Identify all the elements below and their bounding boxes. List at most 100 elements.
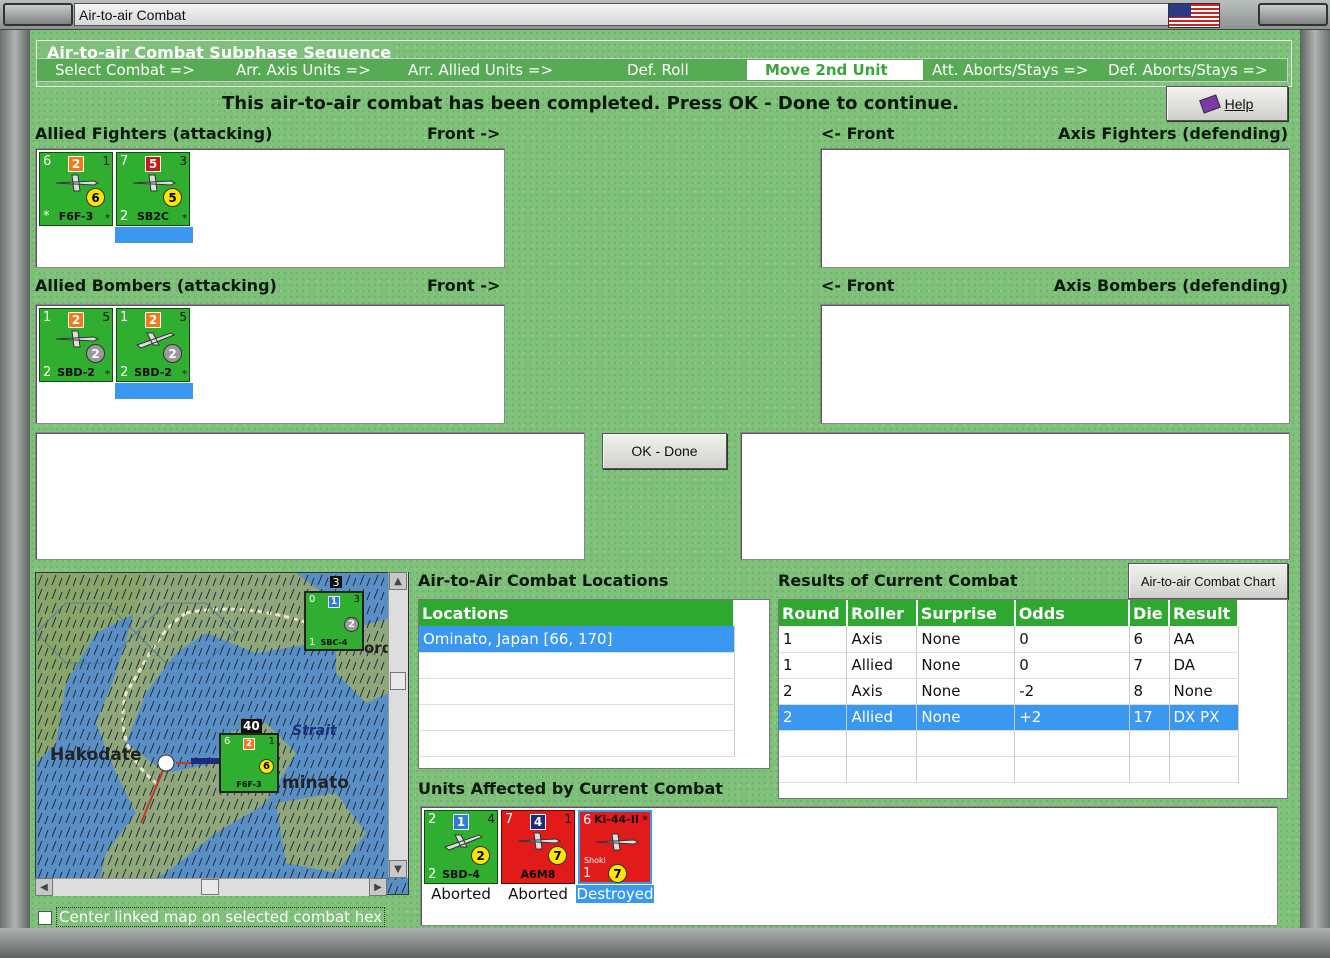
step-att-aborts-stays: Att. Aborts/Stays => bbox=[932, 61, 1089, 79]
air-combat-chart-label: Air-to-air Combat Chart bbox=[1140, 573, 1276, 589]
unit-counter-sbd-2[interactable]: 1 5 2 2 2 SBD-2 * bbox=[39, 308, 113, 382]
result-row[interactable] bbox=[779, 730, 1239, 757]
ok-done-button[interactable]: OK - Done bbox=[602, 433, 727, 469]
unit-counter-sb2c[interactable]: 7 3 5 5 2 SB2C * bbox=[116, 152, 190, 226]
col-round: Round bbox=[779, 600, 848, 626]
unit-name: F6F-3 bbox=[58, 210, 94, 223]
title-bar: Air-to-air Combat bbox=[0, 0, 1330, 30]
scroll-down-icon[interactable]: ▼ bbox=[389, 860, 407, 878]
axis-fighters-front: <- Front bbox=[821, 124, 895, 143]
col-result: Result bbox=[1169, 600, 1239, 626]
allied-bombers-box[interactable]: 1 5 2 2 2 SBD-2 * 1 5 2 2 2 SBD-2 * bbox=[35, 304, 505, 424]
scroll-left-icon[interactable]: ◀ bbox=[35, 878, 53, 896]
combat-dialog: Air-to-air Combat Subphase Sequence Sele… bbox=[30, 30, 1300, 928]
allied-fighters-title: Allied Fighters (attacking) bbox=[35, 124, 273, 143]
map-counter-sbc-4[interactable]: 0 3 1 2 1 SBC-4 bbox=[304, 591, 364, 651]
result-row[interactable]: 1 Axis None 0 6 AA bbox=[779, 626, 1239, 653]
axis-fighters-box[interactable] bbox=[820, 148, 1290, 268]
unit-counter-sbd-2-b[interactable]: 1 5 2 2 2 SBD-2 * bbox=[116, 308, 190, 382]
unit-name: SB2C bbox=[136, 210, 170, 223]
selected-unit-highlight bbox=[115, 383, 193, 399]
attack-factor-badge: 2 bbox=[68, 156, 84, 172]
map-stack-count: 3 bbox=[330, 576, 342, 589]
result-row[interactable] bbox=[779, 756, 1239, 783]
location-row[interactable]: Ominato, Japan [66, 170] bbox=[419, 626, 735, 653]
window-frame-bottom bbox=[0, 928, 1330, 958]
map-stack-count-2: 40 bbox=[241, 719, 262, 733]
step-select-combat: Select Combat => bbox=[55, 61, 195, 79]
step-def-roll: Def. Roll bbox=[627, 61, 689, 79]
locations-list[interactable]: Locations Ominato, Japan [66, 170] bbox=[418, 599, 770, 769]
affected-title: Units Affected by Current Combat bbox=[418, 779, 723, 798]
scroll-right-icon[interactable]: ▶ bbox=[369, 878, 387, 896]
range-badge: 5 bbox=[163, 188, 182, 207]
application-window: Air-to-air Combat Air-to-air Combat Subp… bbox=[0, 0, 1330, 958]
affected-status: Aborted bbox=[431, 885, 491, 903]
range-badge: 6 bbox=[86, 188, 105, 207]
fighter-plane-icon bbox=[595, 833, 640, 851]
location-row[interactable] bbox=[419, 730, 735, 757]
axis-bombers-box[interactable] bbox=[820, 304, 1290, 424]
result-row-selected[interactable]: 2 Allied None +2 17 DX PX bbox=[779, 704, 1239, 731]
results-table[interactable]: Round Roller Surprise Odds Die Result 1A… bbox=[778, 599, 1288, 799]
affected-status: Aborted bbox=[508, 885, 568, 903]
locations-title: Air-to-Air Combat Locations bbox=[418, 571, 669, 590]
map-vertical-scrollbar[interactable]: ▲ ▼ bbox=[388, 572, 408, 878]
affected-units-box[interactable]: 2 4 1 2 2 SBD-4 Aborted 7 1 4 7 A6M8 Abo… bbox=[420, 806, 1278, 926]
location-row[interactable] bbox=[419, 652, 735, 679]
center-map-checkbox-label[interactable]: Center linked map on selected combat hex bbox=[56, 907, 386, 927]
help-book-icon bbox=[1198, 93, 1221, 114]
scroll-thumb[interactable] bbox=[201, 879, 219, 895]
scroll-thumb[interactable] bbox=[390, 672, 406, 690]
map-counter-f6f-3[interactable]: 6 1 2 6 F6F-3 bbox=[219, 733, 279, 793]
center-map-checkbox[interactable] bbox=[38, 911, 52, 925]
axis-bombers-front: <- Front bbox=[821, 276, 895, 295]
location-row[interactable] bbox=[419, 704, 735, 731]
location-row[interactable] bbox=[419, 678, 735, 705]
step-arr-allied-units: Arr. Allied Units => bbox=[408, 61, 554, 79]
allied-info-box bbox=[35, 432, 585, 560]
attack-factor-badge: 5 bbox=[145, 156, 161, 172]
window-frame-right bbox=[1300, 30, 1330, 958]
step-move-2nd-unit: Move 2nd Unit bbox=[747, 60, 923, 80]
help-button[interactable]: Help bbox=[1166, 86, 1288, 121]
locations-header: Locations bbox=[419, 600, 735, 626]
range-badge: 2 bbox=[86, 344, 105, 363]
result-row[interactable]: 2 Axis None -2 8 None bbox=[779, 678, 1239, 705]
col-die: Die bbox=[1129, 600, 1170, 626]
allied-bombers-title: Allied Bombers (attacking) bbox=[35, 276, 277, 295]
results-title: Results of Current Combat bbox=[778, 571, 1018, 590]
axis-info-box bbox=[740, 432, 1290, 560]
map-horizontal-scrollbar[interactable]: ◀ ▶ bbox=[35, 878, 387, 896]
step-def-aborts-stays: Def. Aborts/Stays => bbox=[1108, 61, 1268, 79]
axis-bombers-title: Axis Bombers (defending) bbox=[1053, 276, 1288, 295]
allied-fighters-box[interactable]: 6 1 2 6 * F6F-3 * 7 3 5 5 2 SB2C * bbox=[35, 148, 505, 268]
affected-counter-sbd-4[interactable]: 2 4 1 2 2 SBD-4 bbox=[424, 810, 498, 884]
us-flag-icon bbox=[1168, 3, 1220, 28]
attack-factor-badge: 2 bbox=[145, 312, 161, 328]
window-menu-button[interactable] bbox=[3, 3, 73, 26]
unit-name: SBD-2 bbox=[134, 366, 172, 379]
col-roller: Roller bbox=[846, 600, 918, 626]
linked-map[interactable]: Hakodate Strait minato ord 3 40 0 3 1 2 … bbox=[35, 572, 409, 895]
result-row[interactable]: 1 Allied None 0 7 DA bbox=[779, 652, 1239, 679]
window-title: Air-to-air Combat bbox=[79, 7, 186, 23]
scroll-up-icon[interactable]: ▲ bbox=[389, 572, 407, 590]
selected-unit-highlight bbox=[115, 227, 193, 243]
col-odds: Odds bbox=[1014, 600, 1131, 626]
affected-counter-a6m8[interactable]: 7 1 4 7 A6M8 bbox=[501, 810, 575, 884]
range-badge: 2 bbox=[163, 344, 182, 363]
map-label-minato: minato bbox=[282, 773, 349, 793]
attack-factor-badge: 2 bbox=[68, 312, 84, 328]
map-label-hakodate: Hakodate bbox=[50, 745, 142, 765]
step-arr-axis-units: Arr. Axis Units => bbox=[236, 61, 371, 79]
affected-counter-ki-44-ii[interactable]: 6 Ki-44-II * Shoki 7 1 bbox=[578, 810, 652, 884]
allied-bombers-front: Front -> bbox=[427, 276, 501, 295]
title-box: Air-to-air Combat bbox=[74, 3, 1170, 26]
window-frame-left bbox=[0, 30, 30, 958]
air-combat-chart-button[interactable]: Air-to-air Combat Chart bbox=[1128, 563, 1288, 599]
unit-counter-f6f-3[interactable]: 6 1 2 6 * F6F-3 * bbox=[39, 152, 113, 226]
status-message: This air-to-air combat has been complete… bbox=[222, 93, 960, 114]
allied-fighters-front: Front -> bbox=[427, 124, 501, 143]
window-close-button[interactable] bbox=[1258, 3, 1328, 26]
